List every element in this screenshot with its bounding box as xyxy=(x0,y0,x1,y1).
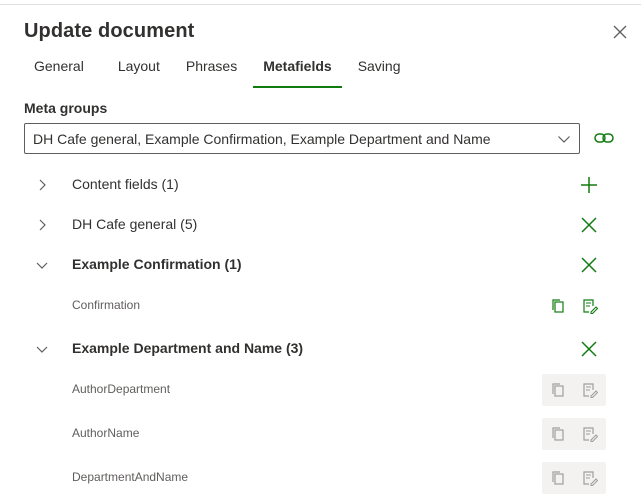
group-label: Example Confirmation (1) xyxy=(72,256,242,272)
panel-title: Update document xyxy=(24,20,195,42)
tab-saving[interactable]: Saving xyxy=(348,52,411,88)
group-label: DH Cafe general (5) xyxy=(72,216,198,232)
edit-icon xyxy=(583,427,598,442)
tab-metafields[interactable]: Metafields xyxy=(253,52,343,88)
link-button[interactable] xyxy=(593,128,615,148)
edit-icon xyxy=(583,299,598,314)
group-row-example-department-and-name: Example Department and Name (3) xyxy=(24,334,614,364)
group-row-example-confirmation: Example Confirmation (1) xyxy=(24,250,614,280)
meta-groups-selected-value: DH Cafe general, Example Confirmation, E… xyxy=(33,131,491,147)
field-label: Confirmation xyxy=(72,298,141,312)
field-row-author-department: AuthorDepartment xyxy=(24,374,614,406)
copy-button[interactable] xyxy=(542,374,574,406)
copy-button[interactable] xyxy=(542,290,574,322)
add-icon[interactable] xyxy=(580,176,598,194)
close-icon xyxy=(613,25,627,39)
group-label: Content fields (1) xyxy=(72,176,179,192)
group-label: Example Department and Name (3) xyxy=(72,340,304,356)
field-label: AuthorName xyxy=(72,426,140,440)
tab-phrases[interactable]: Phrases xyxy=(176,52,247,88)
link-icon xyxy=(594,133,614,143)
tab-layout[interactable]: Layout xyxy=(108,52,170,88)
top-divider xyxy=(0,4,641,5)
field-actions xyxy=(542,290,606,322)
close-button[interactable] xyxy=(610,22,630,42)
copy-icon xyxy=(552,299,564,313)
chevron-down-icon[interactable] xyxy=(34,341,50,357)
edit-button[interactable] xyxy=(574,418,606,450)
copy-button[interactable] xyxy=(542,462,574,494)
tab-general[interactable]: General xyxy=(24,52,94,88)
field-row-author-name: AuthorName xyxy=(24,418,614,450)
copy-icon xyxy=(552,383,564,397)
meta-groups-label: Meta groups xyxy=(24,100,108,116)
edit-button[interactable] xyxy=(574,374,606,406)
chevron-down-icon xyxy=(558,136,570,143)
field-label: AuthorDepartment xyxy=(72,382,171,396)
remove-icon[interactable] xyxy=(580,340,598,358)
field-actions xyxy=(542,462,606,494)
edit-icon xyxy=(583,383,598,398)
tab-bar: General Layout Phrases Metafields Saving xyxy=(24,52,411,88)
field-actions xyxy=(542,418,606,450)
edit-button[interactable] xyxy=(574,462,606,494)
group-row-dh-cafe-general: DH Cafe general (5) xyxy=(24,210,614,240)
remove-icon[interactable] xyxy=(580,256,598,274)
edit-button[interactable] xyxy=(574,290,606,322)
copy-button[interactable] xyxy=(542,418,574,450)
copy-icon xyxy=(552,471,564,485)
field-label: DepartmentAndName xyxy=(72,470,189,484)
chevron-right-icon[interactable] xyxy=(34,217,50,233)
remove-icon[interactable] xyxy=(580,216,598,234)
meta-groups-dropdown[interactable]: DH Cafe general, Example Confirmation, E… xyxy=(24,123,580,154)
field-actions xyxy=(542,374,606,406)
chevron-down-icon[interactable] xyxy=(34,257,50,273)
group-row-content-fields: Content fields (1) xyxy=(24,170,614,200)
copy-icon xyxy=(552,427,564,441)
field-row-department-and-name: DepartmentAndName xyxy=(24,462,614,494)
edit-icon xyxy=(583,471,598,486)
field-row-confirmation: Confirmation xyxy=(24,290,614,322)
chevron-right-icon[interactable] xyxy=(34,177,50,193)
